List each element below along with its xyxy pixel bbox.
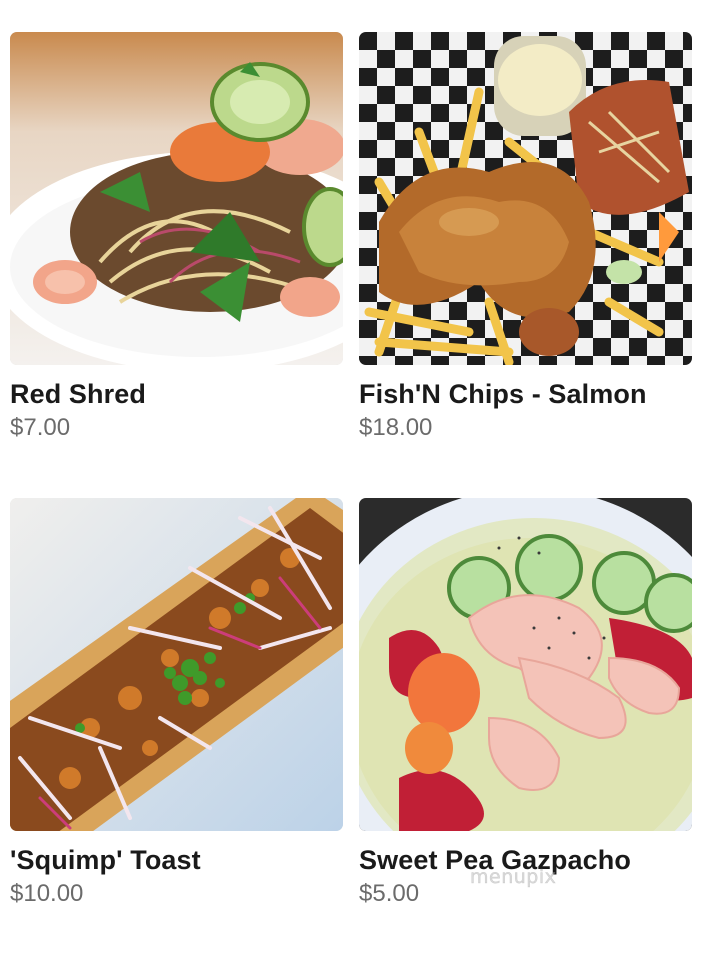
menu-item-card[interactable]: Sweet Pea Gazpacho $5.00 — [359, 498, 692, 909]
menu-item-name: 'Squimp' Toast — [10, 845, 201, 875]
menu-item-photo[interactable] — [359, 32, 692, 365]
menu-item-price: $7.00 — [10, 414, 71, 441]
fish-and-chips-image — [359, 32, 692, 365]
menu-item-name: Fish'N Chips - Salmon — [359, 379, 647, 409]
green-soup-with-shrimp-image — [359, 498, 692, 831]
shrimp-toast-image — [10, 498, 343, 831]
menu-item-price: $18.00 — [359, 414, 433, 441]
menu-item-name: Red Shred — [10, 379, 146, 409]
menu-item-card[interactable]: Fish'N Chips - Salmon $18.00 — [359, 32, 692, 443]
menu-item-photo[interactable] — [10, 32, 343, 365]
menu-item-name: Sweet Pea Gazpacho — [359, 845, 631, 875]
menu-item-photo[interactable] — [10, 498, 343, 831]
menu-grid: Red Shred $7.00 Fish'N Chips - Salmon $1… — [0, 0, 702, 960]
menu-item-card[interactable]: Red Shred $7.00 — [10, 32, 343, 443]
menu-item-photo[interactable] — [359, 498, 692, 831]
menu-item-price: $10.00 — [10, 880, 84, 907]
menu-item-card[interactable]: 'Squimp' Toast $10.00 — [10, 498, 343, 909]
menu-item-price: $5.00 — [359, 880, 420, 907]
salad-with-shrimp-image — [10, 32, 343, 365]
